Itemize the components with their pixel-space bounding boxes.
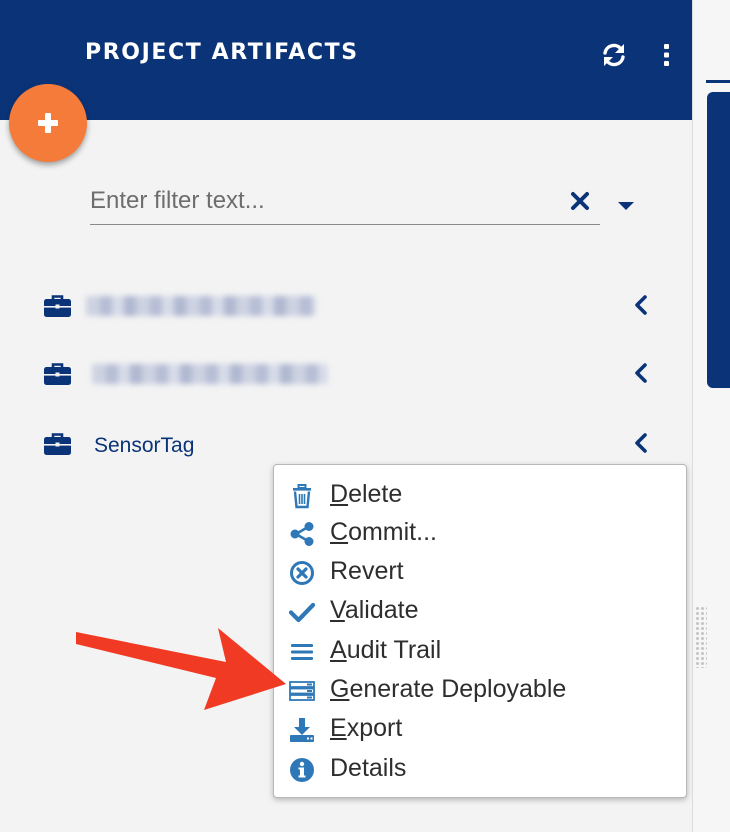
server-stack-icon [289,681,315,701]
menu-item-details[interactable]: Details [274,751,686,789]
project-item[interactable] [0,354,692,394]
clear-filter-icon[interactable] [570,191,590,211]
panel-title: PROJECT ARTIFACTS [85,40,359,65]
menu-item-label: Export [330,714,403,742]
menu-item-audit-trail[interactable]: Audit Trail [274,633,686,671]
trash-icon [293,484,311,509]
list-icon [291,644,313,660]
menu-item-label: Commit... [330,518,437,546]
project-item[interactable] [0,286,692,326]
chevron-left-icon[interactable] [633,294,649,316]
menu-item-delete[interactable]: Delete [274,477,686,515]
revert-circle-x-icon [290,561,314,585]
plus-icon [38,113,58,133]
context-menu: Delete Commit... Revert Validate Audit T… [273,464,687,798]
menu-item-label: Audit Trail [330,636,442,664]
resize-handle[interactable] [695,606,707,668]
project-item-sensortag[interactable]: SensorTag [0,424,692,464]
adjacent-panel-card [707,92,730,388]
check-icon [288,602,316,623]
chevron-down-icon[interactable] [616,199,636,213]
menu-item-label: Validate [330,596,419,624]
annotation-arrow [76,628,286,710]
add-project-button[interactable] [9,84,87,162]
menu-item-label: Revert [330,557,404,585]
menu-item-commit[interactable]: Commit... [274,515,686,553]
panel-header: PROJECT ARTIFACTS [0,0,692,120]
adjacent-panel-rule [706,80,730,83]
redacted-project-name [92,364,328,384]
briefcase-icon [44,433,71,455]
filter-input[interactable] [90,178,600,225]
briefcase-icon [44,363,71,385]
redacted-project-name [86,296,316,316]
kebab-menu-icon[interactable] [656,40,678,70]
menu-item-label: Delete [330,480,403,508]
menu-item-label: Details [330,754,407,782]
chevron-left-icon[interactable] [633,362,649,384]
menu-item-validate[interactable]: Validate [274,593,686,631]
info-icon [290,758,314,782]
download-icon [290,718,314,742]
menu-item-generate-deployable[interactable]: Generate Deployable [274,672,686,710]
briefcase-icon [44,295,71,317]
menu-item-revert[interactable]: Revert [274,554,686,592]
share-icon [290,522,314,546]
menu-item-label: Generate Deployable [330,675,567,703]
refresh-icon[interactable] [600,40,628,70]
chevron-left-icon[interactable] [633,432,649,454]
menu-item-export[interactable]: Export [274,711,686,749]
project-name: SensorTag [94,434,195,457]
